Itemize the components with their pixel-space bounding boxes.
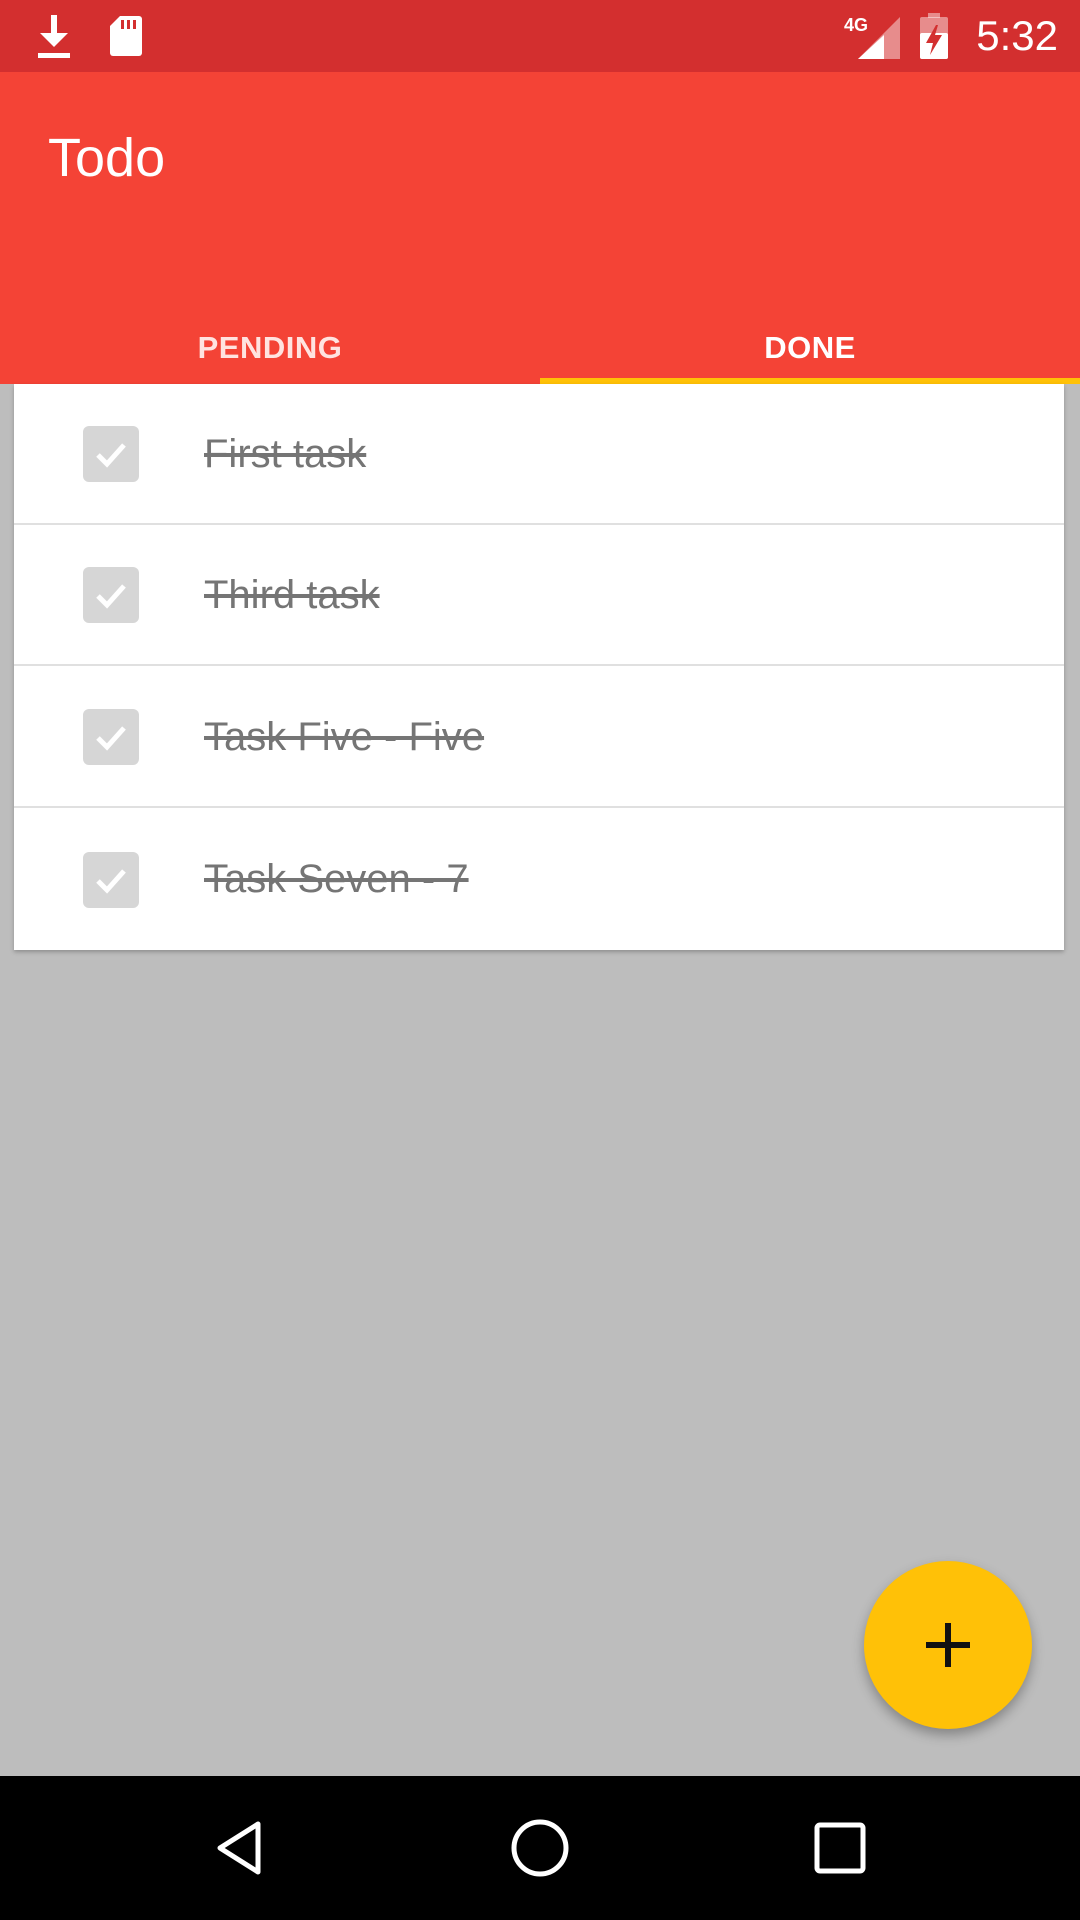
home-icon: [511, 1819, 569, 1877]
plus-icon: [926, 1623, 970, 1667]
back-button[interactable]: [160, 1776, 320, 1920]
recents-button[interactable]: [760, 1776, 920, 1920]
task-checkbox[interactable]: [83, 851, 139, 908]
check-icon: [96, 725, 126, 751]
navigation-bar: [0, 1776, 1080, 1920]
network-type-label: 4G: [844, 15, 868, 35]
signal-icon: 4G: [842, 0, 902, 72]
home-button[interactable]: [460, 1776, 620, 1920]
battery-charging-icon: [918, 0, 950, 72]
task-checkbox[interactable]: [83, 708, 139, 765]
status-bar: 4G 5:32: [0, 0, 1080, 72]
app-bar: Todo PENDING DONE: [0, 72, 1080, 384]
list-item[interactable]: Task Seven - 7: [14, 809, 1064, 950]
list-item[interactable]: Task Five - Five: [14, 667, 1064, 808]
back-icon: [217, 1821, 261, 1875]
status-time: 5:32: [976, 12, 1058, 59]
task-list: First task Third task Task Five - Five T…: [14, 384, 1064, 950]
task-label: Task Five - Five: [204, 715, 485, 759]
task-label: Third task: [204, 573, 380, 617]
task-checkbox[interactable]: [83, 425, 139, 482]
sd-card-icon: [108, 0, 144, 72]
list-item[interactable]: First task: [14, 384, 1064, 525]
check-icon: [96, 868, 126, 894]
task-label: First task: [204, 432, 367, 476]
check-icon: [96, 442, 126, 468]
tab-pending[interactable]: PENDING: [0, 312, 540, 384]
task-checkbox[interactable]: [83, 566, 139, 623]
recents-icon: [814, 1822, 866, 1874]
task-label: Task Seven - 7: [204, 857, 469, 901]
download-icon: [36, 0, 72, 72]
add-task-button[interactable]: [864, 1561, 1032, 1729]
tab-done[interactable]: DONE: [540, 312, 1080, 384]
check-icon: [96, 583, 126, 609]
list-item[interactable]: Third task: [14, 525, 1064, 666]
page-title: Todo: [48, 128, 166, 188]
